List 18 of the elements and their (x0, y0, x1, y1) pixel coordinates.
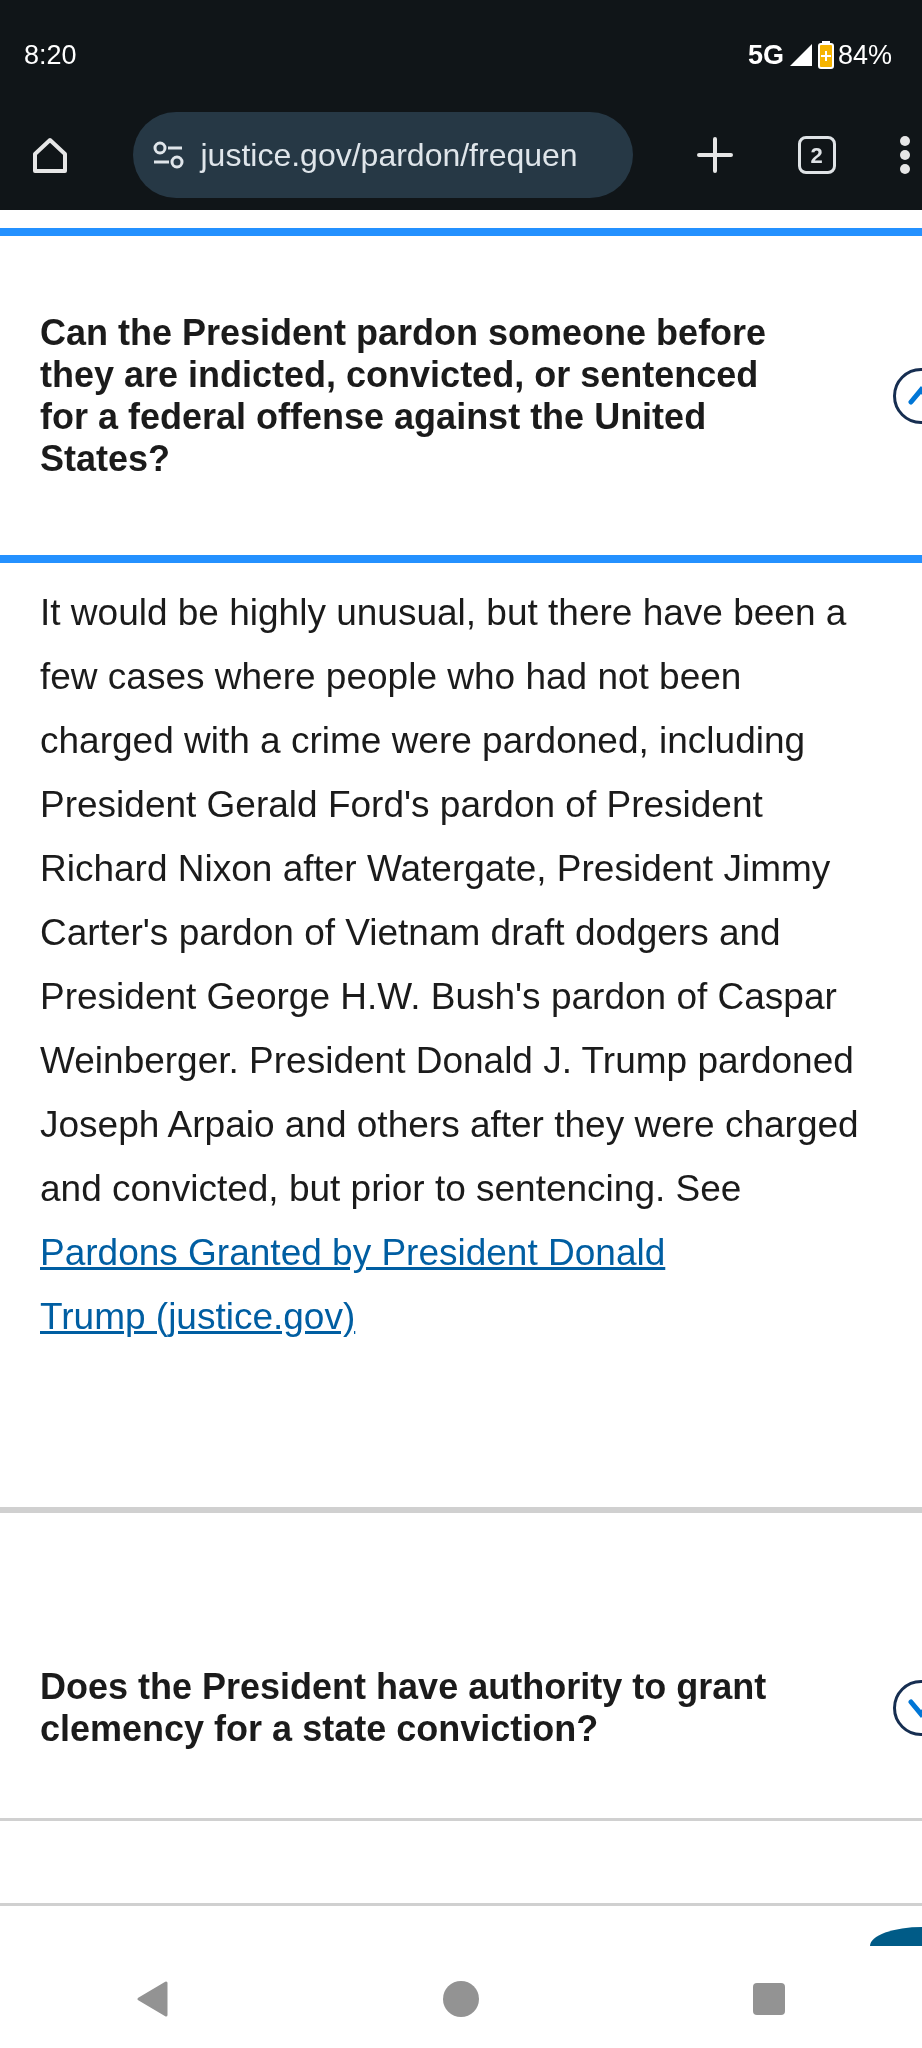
address-bar[interactable]: justice.gov/pardon/frequen (132, 112, 633, 198)
recents-icon[interactable] (752, 1982, 786, 2016)
back-to-top-button[interactable] (870, 1927, 922, 1946)
question-heading[interactable]: Can the President pardon someone before they are indicted, convicted, or sentenced for a federal offense against the United States? (40, 311, 830, 480)
new-tab-icon[interactable] (695, 135, 735, 175)
home-nav-icon[interactable] (442, 1980, 480, 2018)
clock-time: 8:20 (24, 38, 77, 72)
battery-percent: 84% (837, 38, 892, 72)
answer-paragraph: It would be highly unusual, but there have been a few cases where people who had not been charged with a crime were pardoned, including President Gerald Ford's pardon of President Richard Nixon after Watergate, President Jimmy Carter's pardon of Vietnam draft dodgers and President George H.W. Bush's pardon of Caspar Weinberger. President Donald J. Trump pardoned Joseph Arpaio and others after they were charged and convicted, but prior to sentencing. See Pardons Granted by President Donald Trump (justice.gov) (40, 581, 870, 1349)
battery-icon (817, 41, 834, 69)
back-icon[interactable] (136, 1980, 170, 2018)
home-icon[interactable] (30, 135, 70, 175)
tab-switcher[interactable]: 2 (797, 136, 836, 174)
pardons-link[interactable]: Pardons Granted by President Donald Trump (justice.gov) (40, 1221, 760, 1349)
question-heading[interactable]: Does the President have authority to grant clemency for a state conviction? (40, 1666, 830, 1750)
network-type: 5G (747, 38, 784, 72)
menu-icon[interactable] (898, 135, 912, 175)
url-text: justice.gov/pardon/frequen (200, 136, 578, 175)
